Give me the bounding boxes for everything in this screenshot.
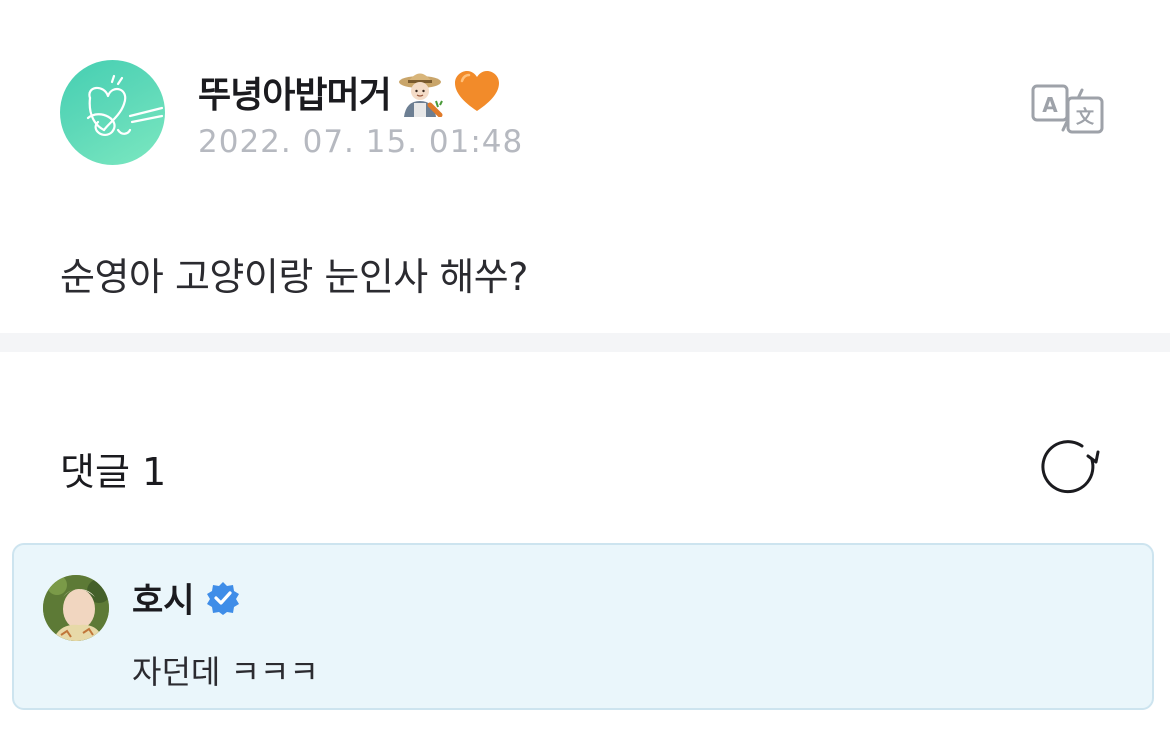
section-divider <box>0 333 1170 352</box>
translate-button[interactable]: A 文 <box>1030 83 1106 135</box>
refresh-button[interactable] <box>1038 436 1100 498</box>
comment-item[interactable]: 호시 자던데 ㅋㅋㅋ <box>12 543 1154 710</box>
author-info: 뚜녕아밥머거 2022. 07. 15. 01:48 <box>198 66 523 160</box>
post-body-text: 순영아 고양이랑 눈인사 해쑤? <box>60 255 528 299</box>
refresh-icon <box>1041 440 1100 494</box>
verified-badge-icon <box>205 580 241 616</box>
author-name[interactable]: 뚜녕아밥머거 <box>198 66 392 118</box>
comment-author-name[interactable]: 호시 <box>132 573 195 622</box>
post-detail-page: 뚜녕아밥머거 2022. 07. 15. 01:48 A 文 순영아 고양이랑 … <box>0 0 1170 733</box>
post-date: 2022. 07. 15. 01:48 <box>198 123 524 160</box>
svg-text:文: 文 <box>1076 106 1095 128</box>
comments-count-title: 댓글 1 <box>60 450 167 494</box>
signature-logo-icon <box>86 74 164 137</box>
orange-heart-emoji-icon <box>451 66 503 118</box>
svg-text:A: A <box>1042 93 1058 117</box>
author-row: 뚜녕아밥머거 <box>198 66 523 118</box>
comment-avatar[interactable] <box>43 575 109 641</box>
translate-icon: A 文 <box>1031 84 1104 134</box>
post-header: 뚜녕아밥머거 2022. 07. 15. 01:48 <box>60 60 523 165</box>
comment-author-row: 호시 <box>132 573 241 622</box>
comment-text: 자던데 ㅋㅋㅋ <box>132 653 319 691</box>
farmer-emoji-icon <box>395 66 447 118</box>
author-avatar[interactable] <box>60 60 165 165</box>
